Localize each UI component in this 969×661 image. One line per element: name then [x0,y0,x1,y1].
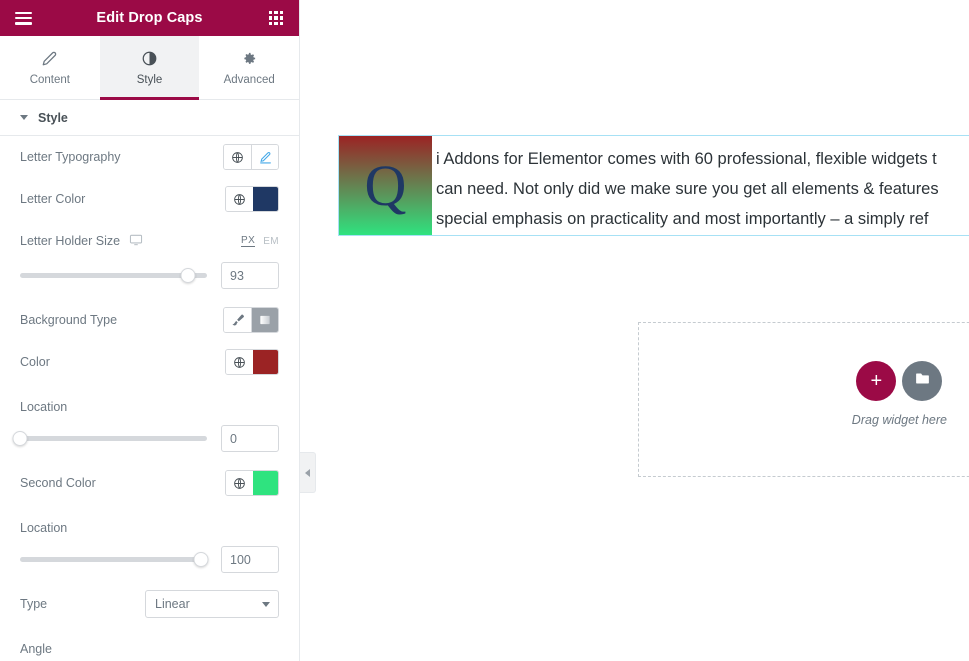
angle-label: Angle [20,642,52,656]
letter-holder-size-text: Letter Holder Size [20,234,120,248]
location-1-slider[interactable] [20,431,207,447]
letter-typography-label: Letter Typography [20,150,121,164]
folder-icon [914,370,931,392]
preview-canvas: Q i Addons for Elementor comes with 60 p… [300,0,969,661]
globe-icon[interactable] [226,471,253,495]
letter-color-swatch[interactable] [253,187,278,211]
typography-edit-icon[interactable] [251,145,278,169]
type-select-wrapper: Linear [145,590,279,618]
location-1-label: Location [20,400,67,414]
second-color-swatch[interactable] [253,471,278,495]
letter-holder-size-label: Letter Holder Size [20,233,143,250]
dropzone-label: Drag widget here [852,413,947,427]
unit-px[interactable]: PX [241,235,255,247]
control-letter-holder-size: Letter Holder Size PX EM [20,220,279,262]
location-1-input[interactable] [221,425,279,452]
control-letter-typography: Letter Typography [20,136,279,178]
add-widget-button[interactable]: + [856,361,896,401]
type-label: Type [20,597,47,611]
control-color: Color [20,341,279,383]
slider-knob[interactable] [181,268,196,283]
section-header-style[interactable]: Style [0,100,299,136]
control-angle: Angle [20,625,279,661]
letter-holder-size-input[interactable] [221,262,279,289]
letter-color-buttons [225,186,279,212]
pencil-icon [42,50,57,67]
control-location-1: Location [20,383,279,425]
add-template-button[interactable] [902,361,942,401]
letter-holder-size-slider-row [20,262,279,299]
editor-panel: Edit Drop Caps Content [0,0,300,661]
color-buttons [225,349,279,375]
control-letter-color: Letter Color [20,178,279,220]
tab-style-label: Style [137,74,163,86]
globe-icon[interactable] [226,350,253,374]
location-2-input[interactable] [221,546,279,573]
tab-style[interactable]: Style [100,36,200,99]
chevron-left-icon [305,469,310,477]
panel-header: Edit Drop Caps [0,0,299,36]
half-circle-icon [142,50,157,67]
location-2-slider[interactable] [20,552,207,568]
letter-typography-buttons [223,144,279,170]
hamburger-icon [15,12,32,25]
control-type: Type Linear [20,583,279,625]
brush-icon[interactable] [224,308,251,332]
elementor-editor: Edit Drop Caps Content [0,0,969,661]
slider-track [20,436,207,441]
location-1-slider-row [20,425,279,462]
panel-tabs: Content Style Advanced [0,36,299,100]
dropcap-letter: Q [339,136,432,235]
tab-content-label: Content [30,74,70,86]
location-2-label: Location [20,521,67,535]
gear-icon [242,50,257,67]
tab-content[interactable]: Content [0,36,100,99]
background-type-toggle [223,307,279,333]
background-type-label: Background Type [20,313,117,327]
panel-title: Edit Drop Caps [36,10,263,26]
type-select[interactable]: Linear [145,590,279,618]
location-2-slider-row [20,546,279,583]
color-label: Color [20,355,50,369]
globe-icon[interactable] [224,145,251,169]
slider-track [20,273,207,278]
control-background-type: Background Type [20,299,279,341]
style-controls: Letter Typography Letter C [0,136,299,661]
color-swatch[interactable] [253,350,278,374]
globe-icon[interactable] [226,187,253,211]
widget-dropzone[interactable]: + Drag widget here [638,322,969,477]
dropzone-inner: + Drag widget here [852,361,947,427]
letter-color-label: Letter Color [20,192,85,206]
plus-icon: + [871,371,883,391]
hamburger-menu-button[interactable] [10,5,36,31]
slider-track [20,557,207,562]
unit-em[interactable]: EM [263,236,279,247]
slider-knob[interactable] [13,431,28,446]
tab-advanced-label: Advanced [224,74,275,86]
unit-toggle: PX EM [241,235,279,247]
control-second-color: Second Color [20,462,279,504]
slider-knob[interactable] [194,552,209,567]
letter-holder-size-slider[interactable] [20,268,207,284]
tab-advanced[interactable]: Advanced [199,36,299,99]
widgets-panel-button[interactable] [263,5,289,31]
section-title: Style [38,111,68,125]
control-location-2: Location [20,504,279,546]
dropcap-body-text: i Addons for Elementor comes with 60 pro… [432,136,969,235]
dropzone-buttons: + [856,361,942,401]
second-color-label: Second Color [20,476,96,490]
gradient-icon[interactable] [251,308,278,332]
desktop-icon[interactable] [129,233,143,250]
chevron-down-icon [20,115,28,120]
grid-icon [269,11,283,25]
panel-collapse-handle[interactable] [300,452,316,493]
dropcap-widget[interactable]: Q i Addons for Elementor comes with 60 p… [338,135,969,236]
second-color-buttons [225,470,279,496]
